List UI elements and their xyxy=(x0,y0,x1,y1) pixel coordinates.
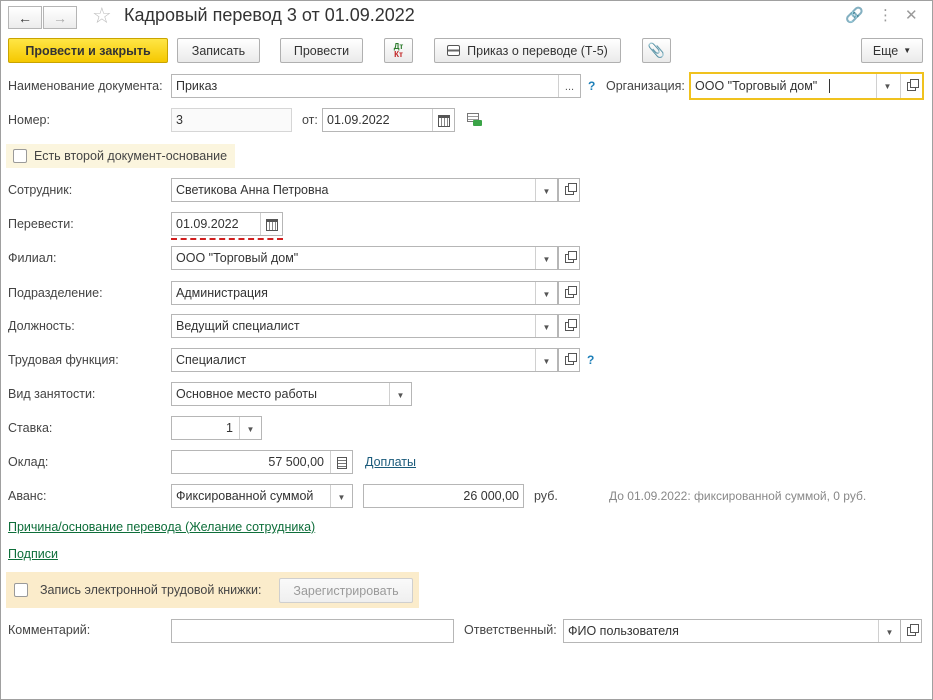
employment-label: Вид занятости: xyxy=(8,387,96,401)
comment-label: Комментарий: xyxy=(8,623,91,637)
employee-label: Сотрудник: xyxy=(8,183,73,197)
chevron-down-icon[interactable]: ▼ xyxy=(878,620,900,642)
open-form-icon xyxy=(907,78,919,91)
chevron-down-icon[interactable]: ▼ xyxy=(330,485,352,507)
labor-func-help-icon[interactable]: ? xyxy=(587,353,594,367)
number-history-icon[interactable] xyxy=(467,113,482,126)
salary-field[interactable]: 57 500,00 xyxy=(171,450,353,474)
register-button[interactable]: Зарегистрировать xyxy=(279,578,413,603)
open-form-icon xyxy=(564,318,577,331)
dept-open-button[interactable] xyxy=(558,281,580,305)
labor-func-open-button[interactable] xyxy=(558,348,580,372)
etk-checkbox[interactable] xyxy=(14,583,28,597)
more-button[interactable]: Еще ▼ xyxy=(861,38,923,63)
printer-icon xyxy=(447,45,461,56)
calendar-icon xyxy=(437,115,450,127)
calendar-icon xyxy=(265,219,278,231)
allowances-link[interactable]: Доплаты xyxy=(365,455,416,469)
from-label: от: xyxy=(302,113,318,127)
favorite-star-icon[interactable]: ☆ xyxy=(92,4,112,28)
open-form-icon xyxy=(564,182,577,195)
transfer-label: Перевести: xyxy=(8,217,74,231)
etk-label: Запись электронной трудовой книжки: xyxy=(40,583,262,597)
dept-label: Подразделение: xyxy=(8,286,103,300)
labor-func-label: Трудовая функция: xyxy=(8,353,119,367)
calendar-button[interactable] xyxy=(260,213,282,235)
branch-label: Филиал: xyxy=(8,251,57,265)
second-doc-label: Есть второй документ-основание xyxy=(34,149,228,163)
organization-field[interactable]: ООО "Торговый дом" ▼ xyxy=(689,72,924,100)
chevron-down-icon[interactable]: ▼ xyxy=(535,315,557,337)
advance-label: Аванс: xyxy=(8,489,47,503)
help-icon[interactable]: ? xyxy=(588,79,595,93)
position-label: Должность: xyxy=(8,319,75,333)
chevron-down-icon[interactable]: ▼ xyxy=(535,349,557,371)
advance-method-field[interactable]: Фиксированной суммой ▼ xyxy=(171,484,353,508)
open-form-icon xyxy=(564,285,577,298)
chevron-down-icon[interactable]: ▼ xyxy=(389,383,411,405)
responsible-label: Ответственный: xyxy=(464,623,557,637)
advance-amount-field[interactable]: 26 000,00 xyxy=(363,484,524,508)
attach-button[interactable]: 📎 xyxy=(642,38,671,63)
branch-open-button[interactable] xyxy=(558,246,580,270)
org-label: Организация: xyxy=(606,79,685,93)
transfer-reason-link[interactable]: Причина/основание перевода (Желание сотр… xyxy=(8,520,315,534)
calculator-button[interactable] xyxy=(330,451,352,473)
link-icon[interactable]: 🔗 xyxy=(845,6,864,26)
open-form-icon xyxy=(564,250,577,263)
dt-kt-button[interactable]: Дт Кт xyxy=(384,38,413,63)
chevron-down-icon[interactable]: ▼ xyxy=(876,74,898,98)
calendar-button[interactable] xyxy=(432,109,454,131)
print-transfer-order-button[interactable]: Приказ о переводе (Т-5) xyxy=(434,38,621,63)
open-form-icon xyxy=(564,352,577,365)
dt-kt-icon: Дт Кт xyxy=(393,41,404,59)
employee-field[interactable]: Светикова Анна Петровна ▼ xyxy=(171,178,558,202)
advance-hint: До 01.09.2022: фиксированной суммой, 0 р… xyxy=(609,489,867,503)
arrow-right-icon: → xyxy=(53,9,67,26)
chevron-down-icon[interactable]: ▼ xyxy=(535,247,557,269)
arrow-left-icon: ← xyxy=(18,9,32,26)
labor-func-field[interactable]: Специалист ▼ xyxy=(171,348,558,372)
chevron-down-icon[interactable]: ▼ xyxy=(535,179,557,201)
close-icon[interactable]: ✕ xyxy=(905,6,918,26)
open-form-icon xyxy=(906,623,919,636)
page-title: Кадровый перевод 3 от 01.09.2022 xyxy=(124,5,415,25)
salary-label: Оклад: xyxy=(8,455,49,469)
transfer-date-field[interactable]: 01.09.2022 xyxy=(171,212,283,236)
advance-unit-label: руб. xyxy=(534,489,558,503)
calculator-icon xyxy=(336,457,347,469)
validation-error-underline xyxy=(171,238,283,240)
more-vertical-icon[interactable]: ⋮ xyxy=(878,6,893,26)
employee-open-button[interactable] xyxy=(558,178,580,202)
rate-label: Ставка: xyxy=(8,421,53,435)
select-dots-button[interactable]: ... xyxy=(558,75,580,97)
back-button[interactable]: ← xyxy=(8,6,42,29)
position-field[interactable]: Ведущий специалист ▼ xyxy=(171,314,558,338)
dept-field[interactable]: Администрация ▼ xyxy=(171,281,558,305)
chevron-down-icon: ▼ xyxy=(903,46,912,55)
rate-field[interactable]: 1 ▼ xyxy=(171,416,262,440)
doc-name-field[interactable]: Приказ ... xyxy=(171,74,581,98)
post-button[interactable]: Провести xyxy=(280,38,363,63)
doc-name-label: Наименование документа: xyxy=(8,79,163,93)
chevron-down-icon[interactable]: ▼ xyxy=(535,282,557,304)
position-open-button[interactable] xyxy=(558,314,580,338)
second-doc-checkbox[interactable] xyxy=(13,149,27,163)
forward-button[interactable]: → xyxy=(43,6,77,29)
paperclip-icon: 📎 xyxy=(647,42,666,58)
open-button[interactable] xyxy=(900,74,922,98)
save-button[interactable]: Записать xyxy=(177,38,260,63)
employment-field[interactable]: Основное место работы ▼ xyxy=(171,382,412,406)
chevron-down-icon[interactable]: ▼ xyxy=(239,417,261,439)
number-label: Номер: xyxy=(8,113,50,127)
number-field[interactable]: 3 xyxy=(171,108,292,132)
post-and-close-button[interactable]: Провести и закрыть xyxy=(8,38,168,63)
branch-field[interactable]: ООО "Торговый дом" ▼ xyxy=(171,246,558,270)
signatures-link[interactable]: Подписи xyxy=(8,547,58,561)
comment-field[interactable] xyxy=(171,619,454,643)
date-field[interactable]: 01.09.2022 xyxy=(322,108,455,132)
responsible-field[interactable]: ФИО пользователя ▼ xyxy=(563,619,901,643)
text-cursor xyxy=(829,79,830,93)
responsible-open-button[interactable] xyxy=(900,619,922,643)
